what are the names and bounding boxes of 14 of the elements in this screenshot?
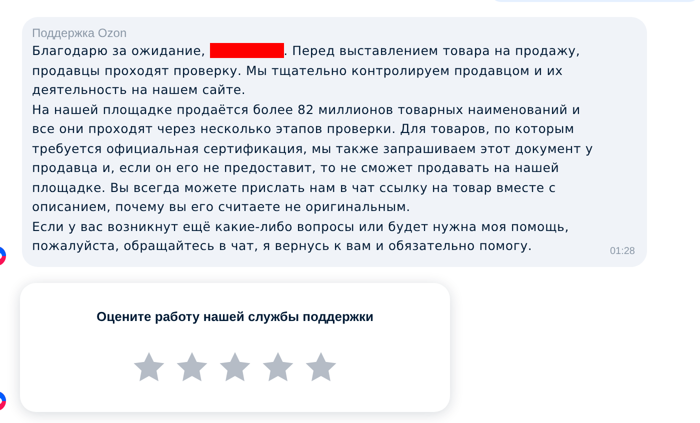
- rating-title: Оцените работу нашей службы поддержки: [96, 308, 374, 326]
- message-text: Благодарю за ожидание,: [32, 42, 206, 60]
- star-icon[interactable]: [218, 350, 252, 382]
- star-icon[interactable]: [304, 350, 338, 382]
- message-text: . Перед выставлением товара на продажу,: [284, 42, 580, 60]
- message-text: На нашей площадке продаётся более 82 миллионов товарных наименований и все они проходят через несколько этапов проверки. Для товаров, по которым требуется официальная сертификация, мы также запрашиваем этот документ у продавца и, если он его не предоставит, то не сможет продавать на нашей площадке. Вы всегда можете прислать нам в чат ссылку на товар вместе с описанием, почему вы его считаете не оригинальным.: [32, 100, 594, 216]
- star-icon[interactable]: [175, 350, 209, 382]
- star-icon[interactable]: [132, 350, 166, 382]
- sender-name: Поддержка Ozon: [32, 25, 128, 41]
- message-time: 01:28: [610, 245, 635, 259]
- star-icon[interactable]: [261, 350, 295, 382]
- star-rating[interactable]: [132, 350, 338, 382]
- message-text: Если у вас возникнут ещё какие-либо вопросы или будет нужна моя помощь, пожалуйста, обращайтесь в чат, я вернусь к вам и обязательно помогу.: [32, 218, 570, 255]
- message-text: продавцы проходят проверку. Мы тщательно контролируем продавцом и их деятельность на нашем сайте.: [32, 62, 564, 99]
